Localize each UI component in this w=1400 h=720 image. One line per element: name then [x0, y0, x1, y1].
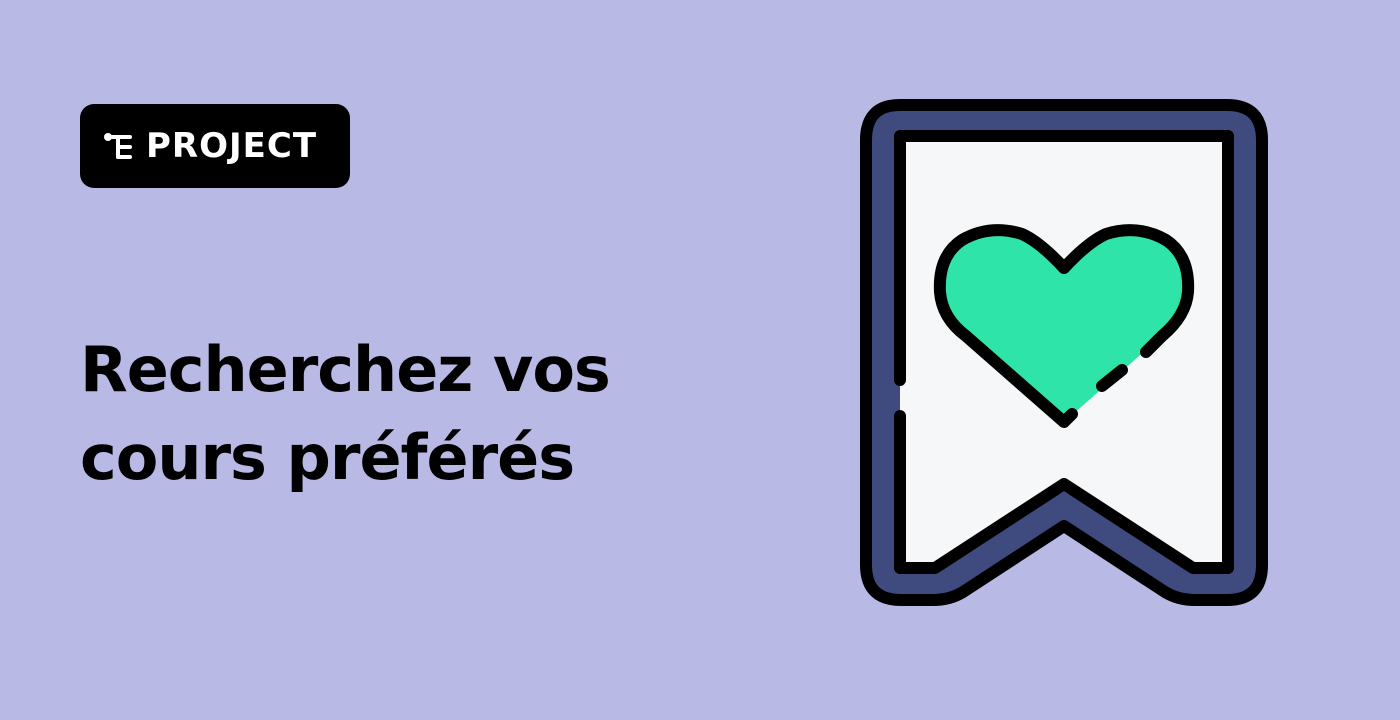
page-headline: Recherchez vos cours préférés [80, 326, 740, 502]
tree-logo-icon [104, 133, 132, 159]
bookmark-heart-icon [860, 99, 1268, 606]
project-badge: PROJECT [80, 104, 350, 188]
badge-label: PROJECT [146, 126, 318, 166]
headline-line-2: cours préférés [80, 421, 575, 494]
headline-line-1: Recherchez vos [80, 333, 611, 406]
